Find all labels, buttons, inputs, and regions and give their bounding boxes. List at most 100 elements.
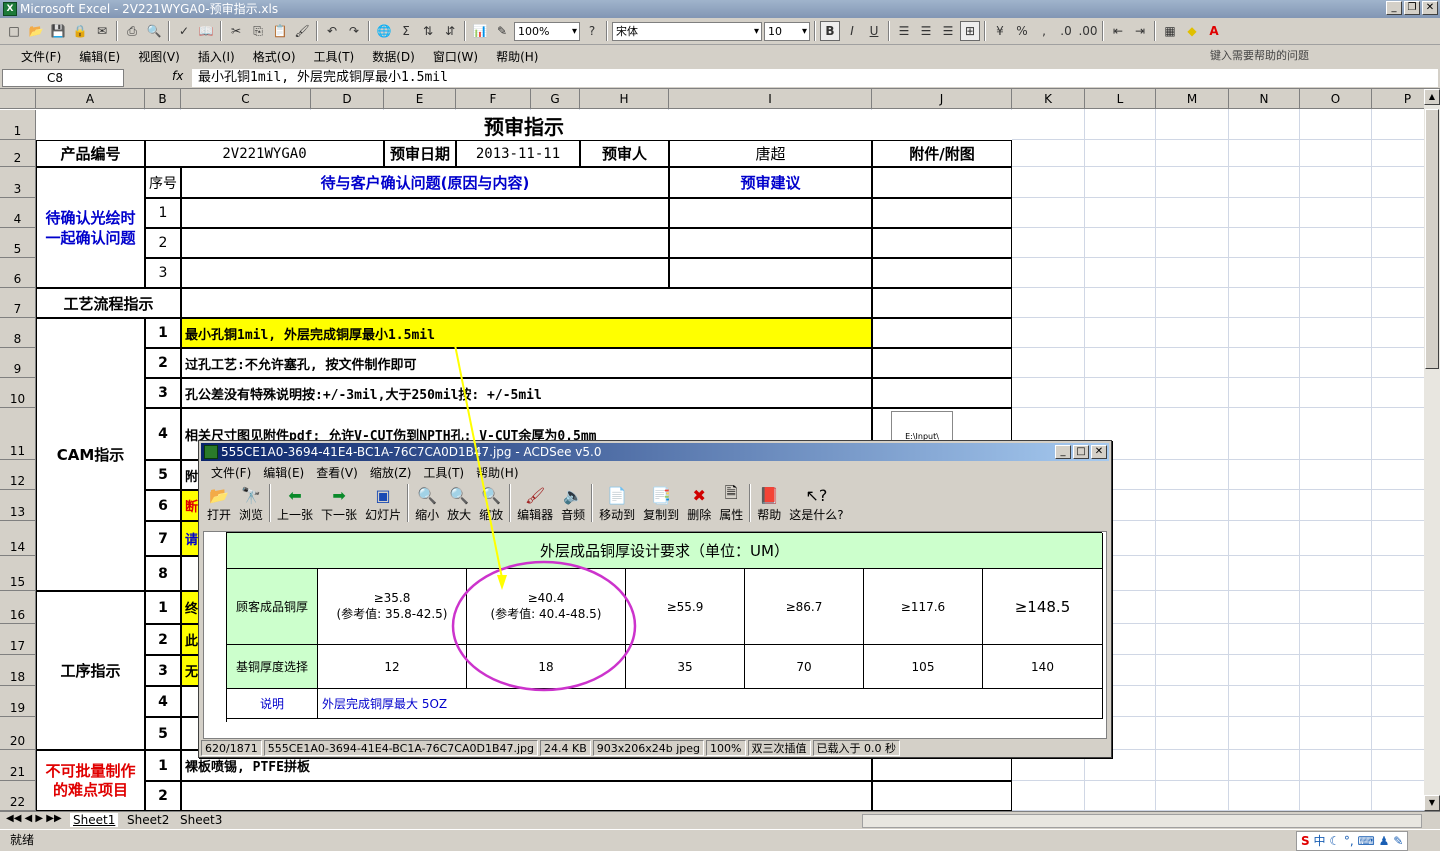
process-seq-2[interactable]: 2 — [145, 624, 181, 655]
menu-tools[interactable]: 工具(T) — [305, 48, 364, 65]
acdsee-menu-view[interactable]: 查看(V) — [310, 464, 364, 481]
attachment-label[interactable]: 附件/附图 — [872, 140, 1012, 167]
sheet-tab-1[interactable]: Sheet1 — [70, 813, 119, 827]
acdsee-maximize-button[interactable]: □ — [1073, 445, 1089, 459]
product-no-label[interactable]: 产品编号 — [36, 140, 145, 167]
cam-seq-4[interactable]: 4 — [145, 408, 181, 460]
process-seq-4[interactable]: 4 — [145, 686, 181, 717]
hyperlink-icon[interactable]: 🌐 — [374, 21, 394, 41]
acdsee-menu-zoom[interactable]: 缩放(Z) — [364, 464, 418, 481]
process-flow-value[interactable] — [181, 288, 872, 318]
select-all-corner[interactable] — [0, 89, 36, 109]
acdsee-properties-button[interactable]: 🗎 属性 — [715, 483, 747, 523]
column-header-G[interactable]: G — [531, 89, 580, 109]
cam-item-3[interactable]: 孔公差没有特殊说明按:+/-3mil,大于250mil按: +/-5mil — [181, 378, 872, 408]
font-color-icon[interactable]: A — [1204, 21, 1224, 41]
row-header-17[interactable]: 17 — [0, 624, 36, 655]
sheet-nav-icon[interactable]: ◀◀ ◀ ▶ ▶▶ — [6, 813, 62, 824]
column-header-H[interactable]: H — [580, 89, 669, 109]
hard-seq-1[interactable]: 1 — [145, 750, 181, 781]
merge-center-icon[interactable]: ⊞ — [960, 21, 980, 41]
reviewer-label[interactable]: 预审人 — [580, 140, 669, 167]
save-icon[interactable]: 💾 — [48, 21, 68, 41]
confirm-seq-3[interactable]: 3 — [145, 258, 181, 288]
cam-seq-5[interactable]: 5 — [145, 460, 181, 490]
sheet-tab-2[interactable]: Sheet2 — [124, 813, 172, 827]
confirm-question-1[interactable] — [181, 198, 669, 228]
acdsee-next-button[interactable]: ➡ 下一张 — [317, 484, 361, 523]
cam-item-2[interactable]: 过孔工艺:不允许塞孔, 按文件制作即可 — [181, 348, 872, 378]
open-icon[interactable]: 📂 — [26, 21, 46, 41]
paste-icon[interactable]: 📋 — [270, 21, 290, 41]
menu-file[interactable]: 文件(F) — [12, 48, 70, 65]
row-header-18[interactable]: 18 — [0, 655, 36, 686]
row-header-15[interactable]: 15 — [0, 556, 36, 591]
redo-icon[interactable]: ↷ — [344, 21, 364, 41]
cam-seq-7[interactable]: 7 — [145, 521, 181, 556]
confirm-section-label[interactable]: 待确认光绘时 一起确认问题 — [36, 167, 145, 288]
reviewer-value[interactable]: 唐超 — [669, 140, 872, 167]
column-header-A[interactable]: A — [36, 89, 145, 109]
acdsee-copy-to-button[interactable]: 📑 复制到 — [639, 484, 683, 523]
scroll-thumb[interactable] — [1425, 109, 1439, 369]
cam-seq-1[interactable]: 1 — [145, 318, 181, 348]
italic-button[interactable]: I — [842, 21, 862, 41]
acdsee-close-button[interactable]: ✕ — [1091, 445, 1107, 459]
review-date-value[interactable]: 2013-11-11 — [456, 140, 580, 167]
question-header[interactable]: 待与客户确认问题(原因与内容) — [181, 167, 669, 198]
column-header-L[interactable]: L — [1085, 89, 1156, 109]
column-header-K[interactable]: K — [1012, 89, 1085, 109]
acdsee-zoom-in-button[interactable]: 🔍 放大 — [443, 484, 475, 523]
product-no-value[interactable]: 2V221WYGA0 — [145, 140, 384, 167]
acdsee-move-to-button[interactable]: 📄 移动到 — [595, 484, 639, 523]
percent-icon[interactable]: % — [1012, 21, 1032, 41]
row-header-20[interactable]: 20 — [0, 717, 36, 750]
increase-indent-icon[interactable]: ⇥ — [1130, 21, 1150, 41]
help-icon[interactable]: ? — [582, 21, 602, 41]
row-header-21[interactable]: 21 — [0, 750, 36, 781]
process-seq-5[interactable]: 5 — [145, 717, 181, 750]
menu-window[interactable]: 窗口(W) — [424, 48, 487, 65]
attachment-cell-r3[interactable] — [872, 167, 1012, 198]
row-header-16[interactable]: 16 — [0, 591, 36, 624]
autosum-icon[interactable]: Σ — [396, 21, 416, 41]
email-icon[interactable]: ✉ — [92, 21, 112, 41]
process-label[interactable]: 工序指示 — [36, 591, 145, 750]
column-header-M[interactable]: M — [1156, 89, 1229, 109]
confirm-suggestion-2[interactable] — [669, 228, 872, 258]
borders-icon[interactable]: ▦ — [1160, 21, 1180, 41]
help-question-input[interactable]: 键入需要帮助的问题 — [1210, 47, 1390, 64]
column-header-E[interactable]: E — [384, 89, 456, 109]
confirm-attachment-2[interactable] — [872, 228, 1012, 258]
drawing-icon[interactable]: ✎ — [492, 21, 512, 41]
hard-item-2[interactable] — [181, 781, 872, 811]
acdsee-menu-tools[interactable]: 工具(T) — [417, 464, 470, 481]
name-box[interactable]: C8 — [2, 69, 124, 87]
bold-button[interactable]: B — [820, 21, 840, 41]
cam-attachment-2[interactable] — [872, 348, 1012, 378]
decrease-decimal-icon[interactable]: .00 — [1078, 21, 1098, 41]
menu-view[interactable]: 视图(V) — [129, 48, 189, 65]
row-header-9[interactable]: 9 — [0, 348, 36, 378]
row-header-4[interactable]: 4 — [0, 198, 36, 228]
acdsee-zoom-button[interactable]: 🔍 缩放 — [475, 484, 507, 523]
column-header-O[interactable]: O — [1300, 89, 1372, 109]
process-flow-label[interactable]: 工艺流程指示 — [36, 288, 181, 318]
confirm-suggestion-3[interactable] — [669, 258, 872, 288]
row-header-5[interactable]: 5 — [0, 228, 36, 258]
acdsee-delete-button[interactable]: ✖ 删除 — [683, 484, 715, 523]
acdsee-help-button[interactable]: 📕 帮助 — [753, 484, 785, 523]
zoom-select[interactable]: 100% — [514, 21, 580, 41]
vertical-scrollbar[interactable]: ▲ ▼ — [1424, 89, 1440, 811]
comma-icon[interactable]: , — [1034, 21, 1054, 41]
font-name-select[interactable]: 宋体 — [612, 21, 762, 41]
align-left-icon[interactable]: ☰ — [894, 21, 914, 41]
minimize-button[interactable]: _ — [1386, 1, 1402, 15]
acdsee-slideshow-button[interactable]: ▣ 幻灯片 — [361, 484, 405, 523]
acdsee-prev-button[interactable]: ⬅ 上一张 — [273, 484, 317, 523]
seq-label[interactable]: 序号 — [145, 167, 181, 198]
undo-icon[interactable]: ↶ — [322, 21, 342, 41]
row-header-3[interactable]: 3 — [0, 167, 36, 198]
chart-icon[interactable]: 📊 — [470, 21, 490, 41]
acdsee-minimize-button[interactable]: _ — [1055, 445, 1071, 459]
